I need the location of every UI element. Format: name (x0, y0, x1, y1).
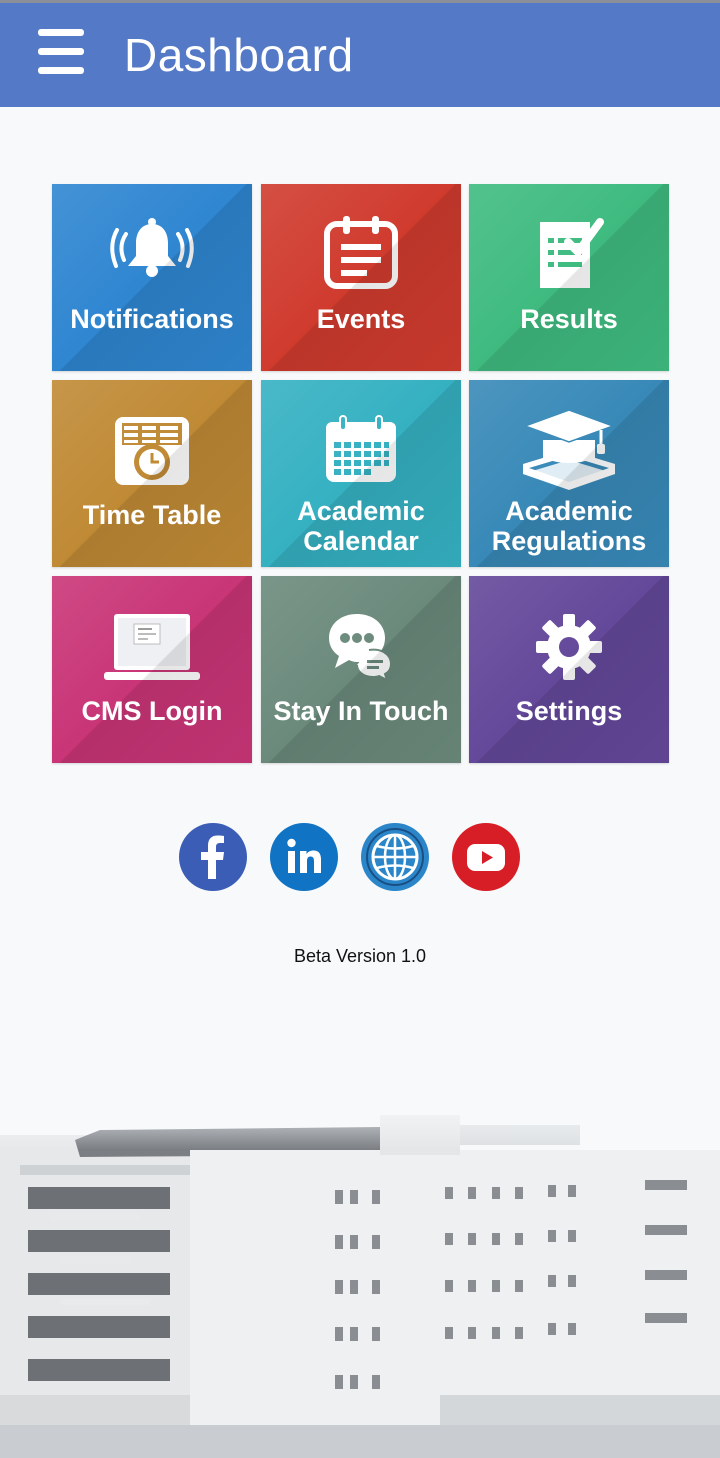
laptop-icon (104, 614, 200, 680)
tile-academic-calendar[interactable]: Academic Calendar (261, 380, 461, 567)
tile-label: Academic Calendar (297, 496, 425, 556)
tile-label: Time Table (82, 500, 222, 530)
linkedin-icon (270, 823, 338, 891)
app-bar: Dashboard (0, 3, 720, 107)
tile-settings[interactable]: Settings (469, 576, 669, 763)
youtube-button[interactable] (452, 823, 520, 891)
calendar-icon (326, 415, 396, 482)
tile-notifications[interactable]: Notifications (52, 184, 252, 371)
tile-academic-regulations[interactable]: Academic Regulations (469, 380, 669, 567)
hamburger-menu-icon[interactable] (38, 29, 86, 77)
tile-label: CMS Login (81, 696, 223, 726)
tile-label: Academic Regulations (491, 496, 647, 556)
graduation-cap-book-icon (522, 409, 616, 490)
linkedin-button[interactable] (270, 823, 338, 891)
checklist-icon (540, 218, 604, 288)
tile-label: Events (316, 304, 406, 334)
tile-events[interactable]: Events (261, 184, 461, 371)
page-title: Dashboard (124, 29, 354, 81)
gear-icon (536, 614, 602, 680)
tile-time-table[interactable]: Time Table (52, 380, 252, 567)
website-button[interactable] (361, 823, 429, 891)
tile-stay-in-touch[interactable]: Stay In Touch (261, 576, 461, 763)
campus-building-image (0, 1095, 720, 1458)
facebook-icon (179, 823, 247, 891)
tile-label: Notifications (70, 304, 234, 334)
version-text: Beta Version 1.0 (293, 946, 427, 966)
dashboard-grid: Notifications Events Results Time Table … (52, 184, 670, 764)
globe-icon (361, 823, 429, 891)
tile-cms-login[interactable]: CMS Login (52, 576, 252, 763)
tile-label: Stay In Touch (273, 696, 449, 726)
bell-ringing-icon (110, 218, 194, 277)
tile-label: Settings (515, 696, 623, 726)
notepad-icon (324, 216, 398, 289)
tile-results[interactable]: Results (469, 184, 669, 371)
tile-label: Results (520, 304, 618, 334)
timetable-clock-icon (115, 417, 189, 485)
facebook-button[interactable] (179, 823, 247, 891)
youtube-icon (452, 823, 520, 891)
chat-bubbles-icon (329, 614, 393, 682)
